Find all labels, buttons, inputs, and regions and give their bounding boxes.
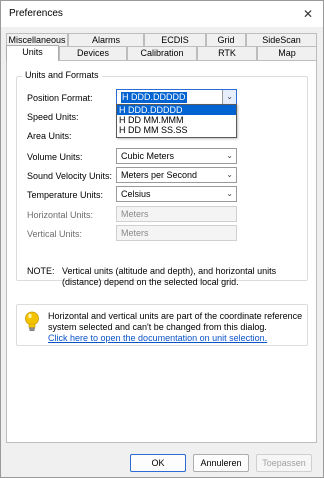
apply-button: Toepassen — [256, 454, 312, 472]
temperature-units-value: Celsius — [121, 189, 151, 199]
dropdown-option[interactable]: H DD MM SS.SS — [117, 125, 236, 135]
tab-alarms[interactable]: Alarms — [68, 33, 144, 47]
tab-map[interactable]: Map — [257, 46, 317, 60]
volume-units-select[interactable]: Cubic Meters ⌄ — [116, 148, 237, 164]
ok-button[interactable]: OK — [130, 454, 186, 472]
horizontal-units-value: Meters — [121, 209, 149, 219]
documentation-link[interactable]: Click here to open the documentation on … — [48, 333, 303, 344]
tab-sidescan[interactable]: SideScan — [246, 33, 317, 47]
tab-rtk[interactable]: RTK — [197, 46, 257, 60]
tab-devices[interactable]: Devices — [59, 46, 127, 60]
temperature-units-label: Temperature Units: — [27, 190, 104, 200]
info-text-block: Horizontal and vertical units are part o… — [48, 311, 303, 344]
tab-calibration[interactable]: Calibration — [127, 46, 197, 60]
chevron-down-icon[interactable]: ⌄ — [226, 187, 233, 201]
chevron-down-icon[interactable]: ⌄ — [226, 168, 233, 182]
info-text: Horizontal and vertical units are part o… — [48, 311, 303, 332]
dropdown-option[interactable]: H DDD.DDDDD — [117, 105, 236, 115]
position-format-value: H DDD.DDDDD — [121, 92, 187, 103]
sound-velocity-units-value: Meters per Second — [121, 170, 198, 180]
vertical-units-value: Meters — [121, 228, 149, 238]
horizontal-units-field: Meters — [116, 206, 237, 222]
vertical-units-field: Meters — [116, 225, 237, 241]
volume-units-value: Cubic Meters — [121, 151, 175, 161]
tab-grid[interactable]: Grid — [206, 33, 246, 47]
chevron-down-icon[interactable]: ⌄ — [226, 149, 233, 163]
position-format-dropdown-list: H DDD.DDDDD H DD MM.MMM H DD MM SS.SS — [116, 104, 237, 138]
lightbulb-icon — [25, 311, 39, 331]
dropdown-option[interactable]: H DD MM.MMM — [117, 115, 236, 125]
cancel-button[interactable]: Annuleren — [193, 454, 249, 472]
window-title: Preferences — [9, 8, 63, 19]
temperature-units-select[interactable]: Celsius ⌄ — [116, 186, 237, 202]
close-icon[interactable]: ✕ — [299, 5, 317, 23]
chevron-down-icon[interactable]: ⌄ — [226, 90, 233, 104]
sound-velocity-units-label: Sound Velocity Units: — [27, 171, 113, 181]
group-title: Units and Formats — [22, 70, 102, 80]
horizontal-units-label: Horizontal Units: — [27, 210, 94, 220]
volume-units-label: Volume Units: — [27, 152, 83, 162]
position-format-select[interactable]: H DDD.DDDDD ⌄ — [116, 89, 237, 105]
position-format-label: Position Format: — [27, 93, 93, 103]
note-label: NOTE: — [27, 266, 55, 276]
note-text: Vertical units (altitude and depth), and… — [62, 266, 277, 287]
area-units-label: Area Units: — [27, 131, 72, 141]
vertical-units-label: Vertical Units: — [27, 229, 83, 239]
tab-units[interactable]: Units — [6, 45, 59, 61]
tab-ecdis[interactable]: ECDIS — [144, 33, 206, 47]
title-bar: Preferences ✕ — [1, 1, 323, 27]
sound-velocity-units-select[interactable]: Meters per Second ⌄ — [116, 167, 237, 183]
speed-units-label: Speed Units: — [27, 112, 79, 122]
